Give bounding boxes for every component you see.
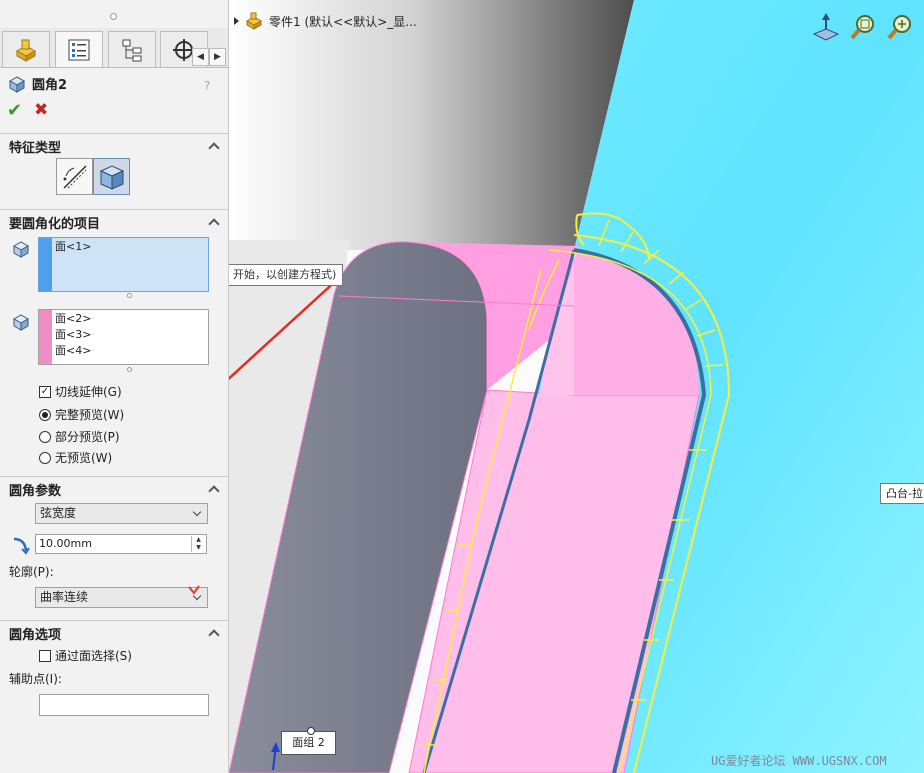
face-set1-icon bbox=[12, 241, 30, 258]
face-fillet-button[interactable] bbox=[93, 158, 130, 195]
feature-tree-flyout[interactable]: 零件1 (默认<<默认>_显... bbox=[234, 12, 417, 30]
zoom-to-area-icon[interactable] bbox=[886, 12, 916, 42]
face-set2-icon bbox=[12, 314, 30, 331]
partial-preview-label: 部分预览(P) bbox=[55, 430, 120, 444]
tab-scroll: ◀ ▶ bbox=[192, 48, 226, 66]
panel-grip[interactable] bbox=[0, 0, 228, 20]
constant-size-fillet-button[interactable] bbox=[56, 158, 93, 195]
fillet-type-header[interactable]: 特征类型 bbox=[0, 134, 228, 158]
distance-input[interactable]: 10.00mm ▲ ▼ bbox=[35, 534, 207, 554]
ok-button[interactable]: ✔ bbox=[7, 100, 22, 121]
help-point-label: 辅助点(I): bbox=[9, 672, 62, 686]
feature-manager-tab[interactable] bbox=[2, 31, 50, 67]
fillet-type-buttons bbox=[56, 158, 130, 195]
collapse-icon[interactable] bbox=[209, 217, 219, 227]
no-preview-label: 无预览(W) bbox=[55, 451, 113, 465]
select-through-faces-checkbox[interactable] bbox=[39, 649, 51, 662]
distance-icon bbox=[13, 537, 30, 555]
cancel-button[interactable]: ✖ bbox=[34, 100, 48, 120]
tab-scroll-left-icon[interactable]: ◀ bbox=[192, 48, 209, 66]
part-icon bbox=[245, 12, 263, 30]
red-check-mark-icon bbox=[188, 585, 200, 595]
partial-preview-row[interactable]: 部分预览(P) bbox=[39, 428, 120, 445]
profile-select[interactable]: 曲率连续 bbox=[35, 587, 208, 608]
partial-preview-radio[interactable] bbox=[39, 430, 51, 443]
zoom-to-fit-icon[interactable] bbox=[849, 12, 879, 42]
collapse-icon[interactable] bbox=[209, 484, 219, 494]
configuration-manager-tab[interactable] bbox=[108, 31, 156, 67]
items-header[interactable]: 要圆角化的项目 bbox=[0, 210, 228, 234]
depth-tooltip: 深度 (输入值或以 = 开始，以创建方程式) bbox=[229, 264, 344, 286]
feature-manager-icon bbox=[15, 39, 37, 62]
spin-down-icon[interactable]: ▼ bbox=[192, 544, 205, 552]
params-header[interactable]: 圆角参数 bbox=[0, 477, 228, 501]
face-set2-list[interactable]: 面<2> 面<3> 面<4> bbox=[38, 309, 209, 365]
resize-handle[interactable] bbox=[127, 293, 132, 298]
tab-scroll-right-icon[interactable]: ▶ bbox=[209, 48, 226, 66]
model-view bbox=[229, 0, 924, 773]
select-through-faces-label: 通过面选择(S) bbox=[55, 649, 132, 663]
view-orientation-icon[interactable] bbox=[811, 12, 841, 42]
fillet-feature-icon bbox=[8, 75, 26, 93]
graphics-area[interactable]: 零件1 (默认<<默认>_显... 深度 (输入值或以 = 开始，以创建方程式)… bbox=[229, 0, 924, 773]
list-item[interactable]: 面<3> bbox=[55, 327, 208, 343]
params-title: 圆角参数 bbox=[9, 483, 62, 499]
face-group-callout[interactable]: 面组 2 bbox=[281, 727, 336, 755]
list-item[interactable]: 面<2> bbox=[55, 311, 208, 327]
no-preview-radio[interactable] bbox=[39, 451, 51, 464]
items-title: 要圆角化的项目 bbox=[9, 216, 101, 232]
list-item[interactable]: 面<1> bbox=[55, 239, 208, 255]
options-title: 圆角选项 bbox=[9, 627, 62, 643]
profile-label: 轮廓(P): bbox=[9, 565, 54, 579]
tangent-propagation-checkbox[interactable]: ✓ bbox=[39, 385, 51, 398]
fillet-method-select[interactable]: 弦宽度 bbox=[35, 503, 208, 524]
help-icon[interactable]: ? bbox=[204, 79, 210, 93]
property-manager-tab[interactable] bbox=[55, 31, 103, 67]
configuration-manager-icon bbox=[122, 39, 142, 61]
tangent-propagation-row[interactable]: ✓ 切线延伸(G) bbox=[39, 383, 122, 400]
expand-icon[interactable] bbox=[234, 17, 239, 25]
full-preview-row[interactable]: 完整预览(W) bbox=[39, 406, 124, 423]
face-fillet-icon bbox=[99, 164, 124, 190]
feature-title: 圆角2 bbox=[8, 74, 67, 93]
no-preview-row[interactable]: 无预览(W) bbox=[39, 449, 112, 466]
panel-tabs: ◀ ▶ bbox=[0, 28, 228, 68]
select-through-faces-row[interactable]: 通过面选择(S) bbox=[39, 647, 132, 664]
watermark: UG爱好者论坛 WWW.UGSNX.COM bbox=[711, 754, 887, 768]
full-preview-label: 完整预览(W) bbox=[55, 408, 125, 422]
spin-up-icon[interactable]: ▲ bbox=[192, 536, 205, 544]
list-item[interactable]: 面<4> bbox=[55, 343, 208, 359]
fillet-type-title: 特征类型 bbox=[9, 140, 62, 156]
feature-title-label: 圆角2 bbox=[32, 78, 68, 93]
distance-value: 10.00mm bbox=[39, 537, 92, 550]
distance-spinner[interactable]: ▲ ▼ bbox=[191, 536, 205, 552]
tangent-propagation-label: 切线延伸(G) bbox=[55, 385, 122, 399]
collapse-icon[interactable] bbox=[209, 141, 219, 151]
face-set1-list[interactable]: 面<1> bbox=[38, 237, 209, 292]
boss-extrude-callout[interactable]: 凸台-拉 bbox=[880, 483, 924, 504]
constant-fillet-icon bbox=[62, 164, 87, 189]
tree-part-label: 零件1 (默认<<默认>_显... bbox=[269, 14, 417, 29]
property-manager: ◀ ▶ 圆角2 ? ✔ ✖ 特征类型 要圆角化的项目 面<1> 面<2> 面<3… bbox=[0, 0, 229, 773]
property-manager-icon bbox=[68, 39, 90, 60]
resize-handle[interactable] bbox=[127, 367, 132, 372]
options-header[interactable]: 圆角选项 bbox=[0, 621, 228, 645]
collapse-icon[interactable] bbox=[209, 628, 219, 638]
help-point-input[interactable] bbox=[39, 694, 209, 716]
full-preview-radio[interactable] bbox=[39, 408, 51, 421]
